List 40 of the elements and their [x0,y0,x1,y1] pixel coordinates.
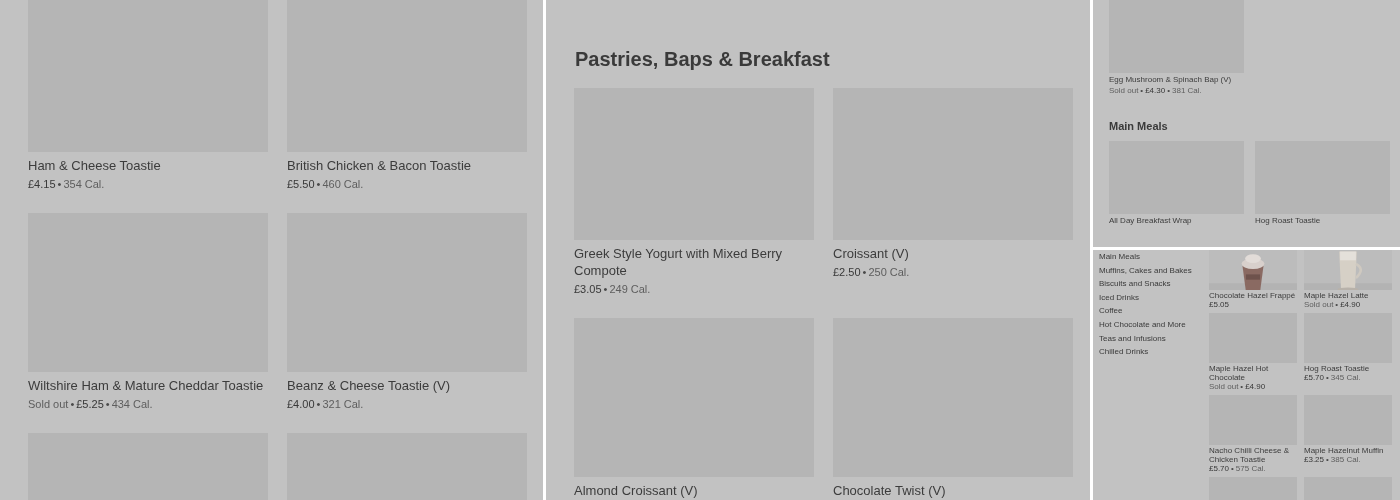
category-link[interactable]: Iced Drinks [1099,292,1209,303]
category-link[interactable]: Main Meals [1099,252,1209,262]
category-link[interactable]: Muffins, Cakes and Bakes [1099,265,1209,276]
item-details: £5.70 • 345 Cal. [1304,373,1362,382]
category-link[interactable]: Hot Chocolate and More [1099,319,1209,330]
item-name[interactable]: Chocolate Hazel Frappé [1209,291,1297,300]
item-name[interactable]: Croissant (V) [833,245,1073,262]
item-name[interactable]: Hog Roast Toastie [1304,364,1392,373]
item-name[interactable]: Egg Mushroom & Spinach Bap (V) [1109,75,1244,85]
item-name[interactable]: Beanz & Cheese Toastie (V) [287,377,527,394]
item-name[interactable]: Greek Style Yogurt with Mixed Berry Compote [574,245,814,279]
category-link[interactable]: Teas and Infusions [1099,333,1209,344]
item-details: Sold out • £4.90 [1209,382,1267,391]
category-link[interactable]: Biscuits and Snacks [1099,279,1209,289]
item-details: Sold out • £5.25 • 434 Cal. [28,397,154,411]
item-name[interactable]: Nacho Chilli Cheese & Chicken Toastie [1209,446,1297,464]
item-details: Sold out • £4.30 • 381 Cal. [1109,86,1203,96]
section-heading: Pastries, Baps & Breakfast [575,48,830,70]
item-details: £2.50 • 250 Cal. [833,265,911,279]
item-name[interactable]: Ham & Cheese Toastie [28,157,268,174]
item-details: £4.15 • 354 Cal. [28,177,106,191]
item-details: £5.05 [1209,300,1231,309]
category-link[interactable]: Chilled Drinks [1099,347,1209,357]
item-name[interactable]: All Day Breakfast Wrap [1109,215,1244,226]
item-name[interactable]: Chocolate Twist (V) [833,482,1073,499]
item-name[interactable]: Almond Croissant (V) [574,482,814,499]
item-name[interactable]: Hog Roast Toastie [1255,215,1390,226]
item-details: £4.00 • 321 Cal. [287,397,365,411]
item-details: £3.05 • 249 Cal. [574,282,652,296]
item-name[interactable]: Maple Hazel Latte [1304,291,1392,300]
item-name[interactable]: Maple Hazel Hot Chocolate [1209,364,1297,382]
item-details: £5.70 • 575 Cal. [1209,464,1267,473]
item-details: £3.25 • 385 Cal. [1304,455,1362,464]
item-name[interactable]: Wiltshire Ham & Mature Cheddar Toastie [28,377,268,394]
category-link[interactable]: Coffee [1099,306,1209,316]
section-heading: Main Meals [1109,120,1168,132]
item-details: £5.50 • 460 Cal. [287,177,365,191]
item-details: Sold out • £4.90 [1304,300,1362,309]
item-name[interactable]: British Chicken & Bacon Toastie [287,157,527,174]
item-name[interactable]: Maple Hazelnut Muffin [1304,446,1392,455]
